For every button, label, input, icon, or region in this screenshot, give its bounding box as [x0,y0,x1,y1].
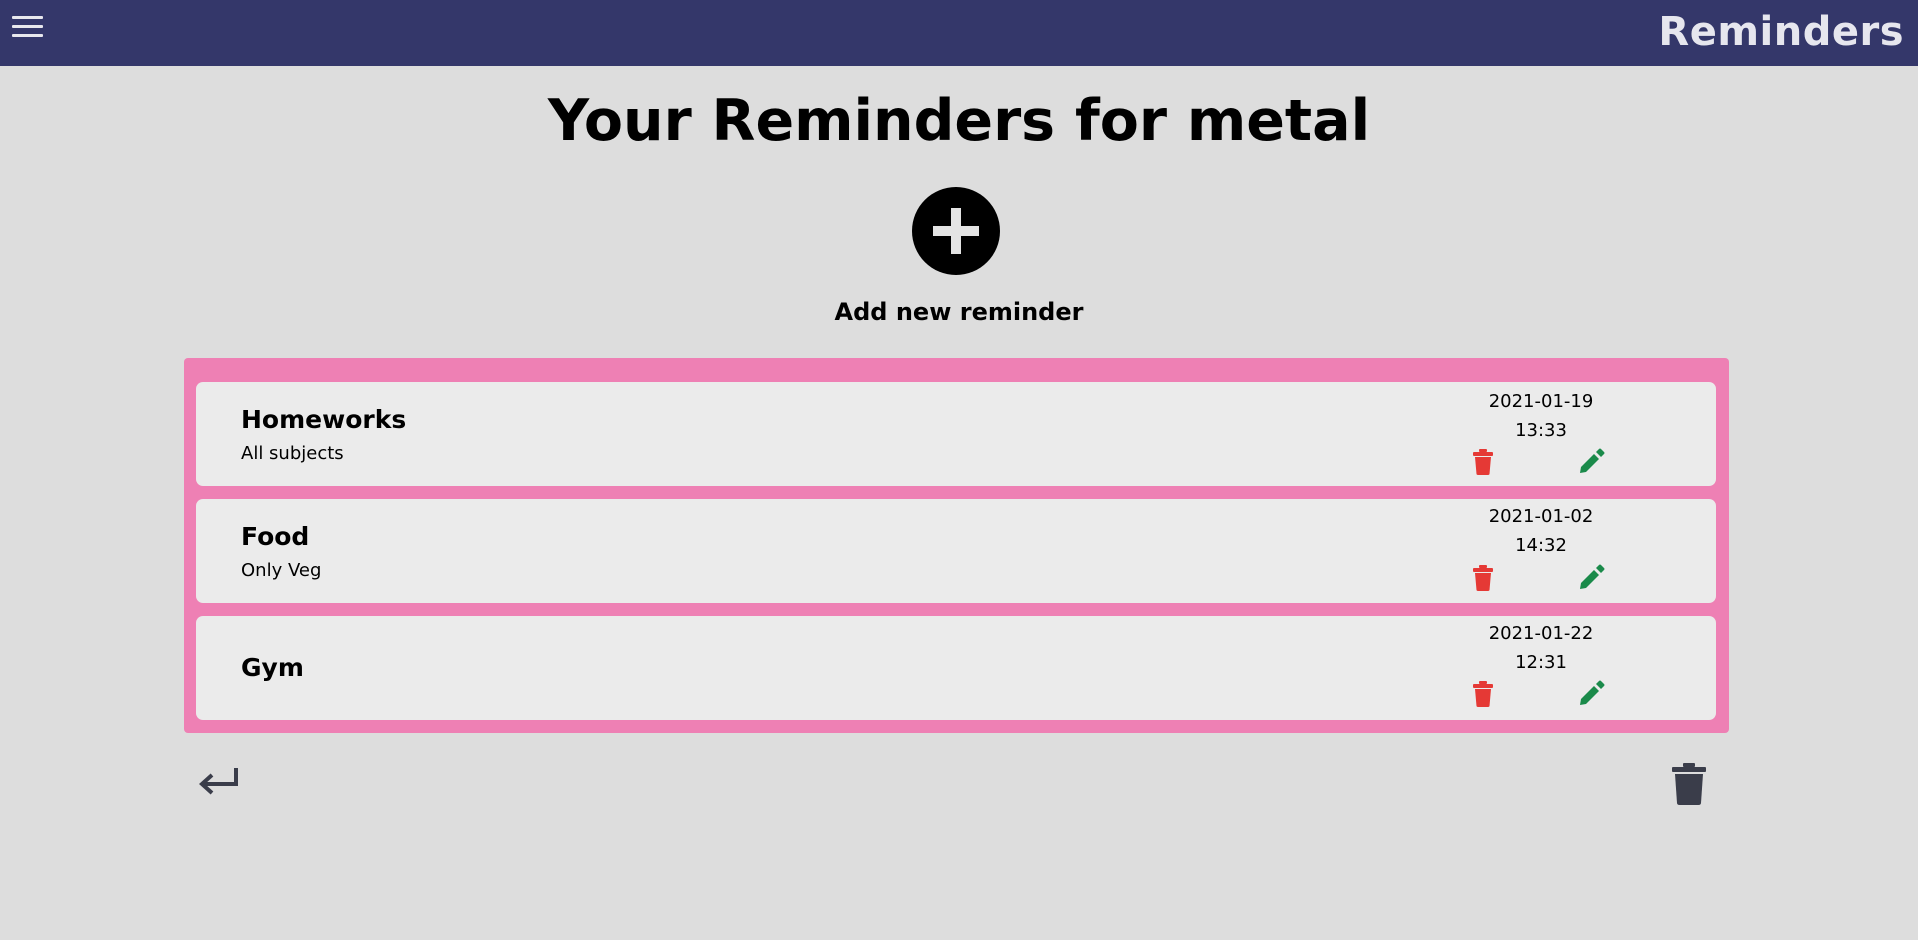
reminder-description: Only Veg [241,560,322,581]
add-reminder-button[interactable] [912,187,1000,275]
pencil-icon[interactable] [1579,680,1605,706]
reminder-date: 2021-01-19 [1488,391,1594,412]
app-title: Reminders [1658,9,1904,55]
reminders-list: Homeworks All subjects 2021-01-19 13:33 … [184,358,1729,733]
pencil-icon[interactable] [1579,448,1605,474]
top-bar: Reminders [0,0,1918,66]
return-arrow-icon[interactable] [196,762,244,802]
reminder-card: Food Only Veg 2021-01-02 14:32 [196,499,1716,603]
reminder-description: All subjects [241,443,344,464]
reminder-time: 14:32 [1515,535,1567,556]
page-title: Your Reminders for metal [547,88,1371,154]
reminder-time: 13:33 [1515,420,1567,441]
pencil-icon[interactable] [1579,564,1605,590]
plus-icon [933,208,979,254]
reminder-card: Homeworks All subjects 2021-01-19 13:33 [196,382,1716,486]
menu-icon[interactable] [12,14,44,40]
trash-icon[interactable] [1473,449,1493,475]
reminder-title: Homeworks [241,405,407,434]
reminder-title: Gym [241,653,304,682]
trash-icon[interactable] [1473,565,1493,591]
add-reminder-label: Add new reminder [834,298,1084,326]
clear-all-trash-icon[interactable] [1672,763,1706,805]
reminder-date: 2021-01-22 [1488,623,1594,644]
reminder-title: Food [241,522,310,551]
trash-icon[interactable] [1473,681,1493,707]
reminder-time: 12:31 [1515,652,1567,673]
reminder-card: Gym 2021-01-22 12:31 [196,616,1716,720]
reminder-date: 2021-01-02 [1488,506,1594,527]
